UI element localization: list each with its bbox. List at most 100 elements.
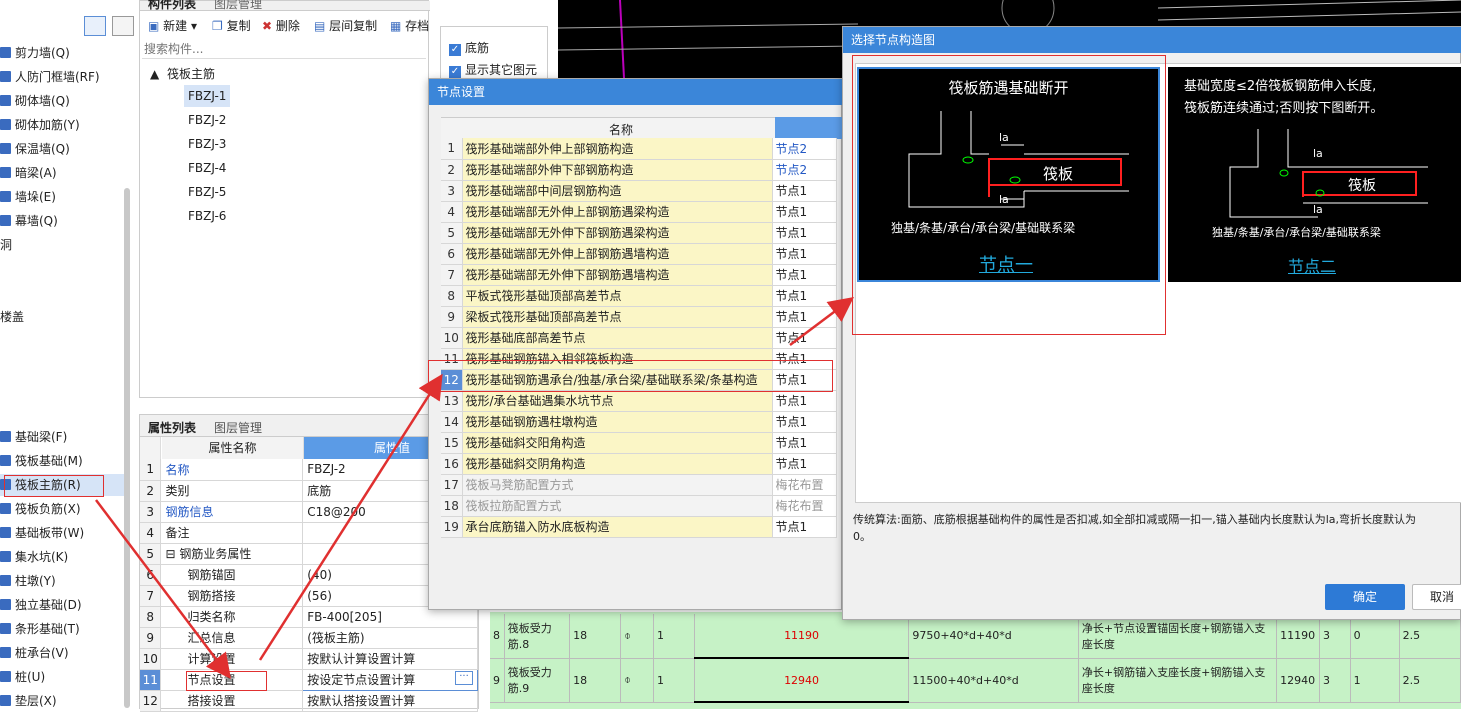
delete-button[interactable]: ✖ 删除 bbox=[262, 15, 300, 37]
algorithm-description: 传统算法:面筋、底筋根据基础构件的属性是否扣减,如全部扣减或隔一扣一,锚入基础内… bbox=[853, 513, 1416, 543]
sidebar-item[interactable]: 剪力墙(Q) bbox=[0, 42, 130, 64]
node-row[interactable]: 9 梁板式筏形基础顶部高差节点 节点1 bbox=[441, 306, 837, 328]
sidebar-item[interactable]: 柱墩(Y) bbox=[0, 570, 130, 592]
component-icon bbox=[0, 47, 11, 58]
rebar-row[interactable]: 8 筏板受力筋.8 18 ⌽ 1 11190 9750+40*d+40*d 净长+节点设置锚固… bbox=[490, 614, 1461, 659]
node-two-link[interactable]: 节点二 bbox=[1288, 253, 1336, 277]
ok-button[interactable]: 确定 bbox=[1325, 584, 1405, 610]
tree-item[interactable]: FBZJ-4 bbox=[184, 157, 230, 179]
node-row[interactable]: 5 筏形基础端部无外伸下部钢筋遇梁构造 节点1 bbox=[441, 222, 837, 244]
node-dialog-titlebar[interactable]: 节点设置 bbox=[429, 79, 843, 105]
col-name-header: 名称 bbox=[609, 123, 634, 137]
sidebar-item[interactable]: 人防门框墙(RF) bbox=[0, 66, 130, 88]
node-row[interactable]: 17 筏板马凳筋配置方式 梅花布置 bbox=[441, 474, 837, 496]
node-setting-dialog: 节点设置 名称 1 筏形基础端部外伸上部钢筋构造 节点2 2 筏形基础端部外伸下部钢筋构… bbox=[428, 78, 843, 610]
cancel-button[interactable]: 取消 bbox=[1412, 584, 1461, 610]
list-view-icon[interactable] bbox=[84, 16, 106, 36]
select-dialog-titlebar[interactable]: 选择节点构造图 bbox=[843, 27, 1461, 53]
component-icon bbox=[0, 71, 11, 82]
more-button[interactable]: ··· bbox=[455, 671, 473, 685]
component-icon bbox=[0, 503, 11, 514]
sidebar-item[interactable]: 暗梁(A) bbox=[0, 162, 130, 184]
property-row[interactable]: 4 备注 bbox=[140, 522, 478, 544]
sidebar-item[interactable]: 独立基础(D) bbox=[0, 594, 130, 616]
property-row[interactable]: 3 钢筋信息 C18@200 bbox=[140, 501, 478, 523]
tree-item[interactable]: FBZJ-1 bbox=[184, 85, 231, 107]
raft-label-2: 筏板 bbox=[1348, 178, 1376, 194]
bottom-rebar-checkbox[interactable]: ✓ 底筋 bbox=[449, 39, 489, 56]
node-two-caption: 独基/条基/承台/承台梁/基础联系梁 bbox=[1212, 226, 1381, 239]
sidebar-item[interactable]: 基础板带(W) bbox=[0, 522, 130, 544]
tree-root[interactable]: ▲ 筏板主筋 bbox=[150, 63, 215, 85]
property-row[interactable]: 12 搭接设置 按默认搭接设置计算 bbox=[140, 690, 478, 712]
node-row[interactable]: 8 平板式筏形基础顶部高差节点 节点1 bbox=[441, 285, 837, 307]
node-row[interactable]: 15 筏形基础斜交阳角构造 节点1 bbox=[441, 432, 837, 454]
save-button[interactable]: ▦ 存档 bbox=[390, 15, 429, 37]
highlight-row-12 bbox=[428, 360, 833, 392]
tab-component-list[interactable]: 构件列表 bbox=[148, 0, 196, 12]
sidebar-item[interactable]: 墙垛(E) bbox=[0, 186, 130, 208]
tree-item[interactable]: FBZJ-3 bbox=[184, 133, 230, 155]
node-row[interactable]: 6 筏形基础端部无外伸上部钢筋遇墙构造 节点1 bbox=[441, 243, 837, 265]
tab-property-list[interactable]: 属性列表 bbox=[148, 419, 196, 436]
sidebar-item[interactable]: 桩承台(V) bbox=[0, 642, 130, 664]
property-row[interactable]: 9 汇总信息 (筏板主筋) bbox=[140, 627, 478, 649]
node-two-option[interactable]: 基础宽度≤2倍筏板钢筋伸入长度, 筏板筋连续通过;否则按下图断开。 la la … bbox=[1168, 67, 1461, 282]
component-panel: 构件列表 图层管理 ▣ 新建 ▾ ❐ 复制 ✖ 删除 ▤ 层间复制 ▦ 存档 ▲… bbox=[139, 0, 430, 398]
node-row[interactable]: 16 筏形基础斜交阴角构造 节点1 bbox=[441, 453, 837, 475]
node-row[interactable]: 13 筏形/承台基础遇集水坑节点 节点1 bbox=[441, 390, 837, 412]
sidebar-item[interactable]: 筏板基础(M) bbox=[0, 450, 130, 472]
floor-copy-button[interactable]: ▤ 层间复制 bbox=[314, 15, 377, 37]
node-row[interactable]: 4 筏形基础端部无外伸上部钢筋遇梁构造 节点1 bbox=[441, 201, 837, 223]
sidebar-item[interactable]: 砌体墙(Q) bbox=[0, 90, 130, 112]
copy-button[interactable]: ❐ 复制 bbox=[212, 15, 251, 37]
node-row[interactable]: 2 筏形基础端部外伸下部钢筋构造 节点2 bbox=[441, 159, 837, 181]
component-icon bbox=[0, 119, 11, 130]
node-row[interactable]: 10 筏形基础底部高差节点 节点1 bbox=[441, 327, 837, 349]
component-icon bbox=[0, 647, 11, 658]
node-row[interactable]: 7 筏形基础端部无外伸下部钢筋遇墙构造 节点1 bbox=[441, 264, 837, 286]
tab-layer-manage-2[interactable]: 图层管理 bbox=[214, 419, 262, 436]
component-icon bbox=[0, 95, 11, 106]
sidebar-item[interactable]: 筏板负筋(X) bbox=[0, 498, 130, 520]
component-icon bbox=[0, 431, 11, 442]
grid-view-icon[interactable] bbox=[112, 16, 134, 36]
property-row[interactable]: 7 钢筋搭接 (56) bbox=[140, 585, 478, 607]
property-row[interactable]: 8 归类名称 FB-400[205] bbox=[140, 606, 478, 628]
property-row[interactable]: 5 ⊟ 钢筋业务属性 bbox=[140, 543, 478, 565]
sidebar-item[interactable]: 砌体加筋(Y) bbox=[0, 114, 130, 136]
node-row[interactable]: 3 筏形基础端部中间层钢筋构造 节点1 bbox=[441, 180, 837, 202]
sidebar-cave[interactable]: 洞 bbox=[0, 234, 130, 256]
node-row[interactable]: 19 承台底筋锚入防水底板构造 节点1 bbox=[441, 516, 837, 538]
property-row[interactable]: 6 钢筋锚固 (40) bbox=[140, 564, 478, 586]
node-row[interactable]: 18 筏板拉筋配置方式 梅花布置 bbox=[441, 495, 837, 517]
new-button[interactable]: ▣ 新建 ▾ bbox=[148, 15, 197, 37]
display-options: ✓ 底筋 ✓ 显示其它图元 bbox=[440, 26, 548, 80]
sidebar-item[interactable]: 保温墙(Q) bbox=[0, 138, 130, 160]
component-icon bbox=[0, 167, 11, 178]
tree-item[interactable]: FBZJ-5 bbox=[184, 181, 230, 203]
sidebar-scrollbar[interactable] bbox=[124, 188, 130, 708]
sidebar-item[interactable]: 条形基础(T) bbox=[0, 618, 130, 640]
left-sidebar: 剪力墙(Q) 人防门框墙(RF) 砌体墙(Q) 砌体加筋(Y) 保温墙(Q) 暗梁(A) 墙… bbox=[0, 38, 136, 709]
show-other-checkbox[interactable]: ✓ 显示其它图元 bbox=[449, 61, 537, 78]
svg-text:la: la bbox=[1313, 203, 1323, 216]
sidebar-item[interactable]: 集水坑(K) bbox=[0, 546, 130, 568]
tab-layer-manage[interactable]: 图层管理 bbox=[214, 0, 262, 12]
search-input[interactable] bbox=[142, 39, 426, 59]
node-row[interactable]: 1 筏形基础端部外伸上部钢筋构造 节点2 bbox=[441, 138, 837, 160]
component-icon bbox=[0, 191, 11, 202]
tree-item[interactable]: FBZJ-2 bbox=[184, 109, 230, 131]
sidebar-item[interactable]: 桩(U) bbox=[0, 666, 130, 688]
property-row[interactable]: 1 名称 FBZJ-2 bbox=[140, 459, 478, 481]
sidebar-cover[interactable]: 楼盖 bbox=[0, 306, 130, 328]
sidebar-item[interactable]: 幕墙(Q) bbox=[0, 210, 130, 232]
node-two-diagram: la la bbox=[1229, 129, 1428, 218]
sidebar-item[interactable]: 基础梁(F) bbox=[0, 426, 130, 448]
tree-item[interactable]: FBZJ-6 bbox=[184, 205, 230, 227]
rebar-row[interactable]: 9 筏板受力筋.9 18 ⌽ 1 12940 11500+40*d+40*d 净长+钢筋锚入支… bbox=[490, 658, 1461, 703]
node-table: 1 筏形基础端部外伸上部钢筋构造 节点2 2 筏形基础端部外伸下部钢筋构造 节点2 3 筏形基… bbox=[441, 138, 837, 538]
node-row[interactable]: 14 筏形基础钢筋遇柱墩构造 节点1 bbox=[441, 411, 837, 433]
property-row[interactable]: 2 类别 底筋 bbox=[140, 480, 478, 502]
property-row[interactable]: 10 计算设置 按默认计算设置计算 bbox=[140, 648, 478, 670]
